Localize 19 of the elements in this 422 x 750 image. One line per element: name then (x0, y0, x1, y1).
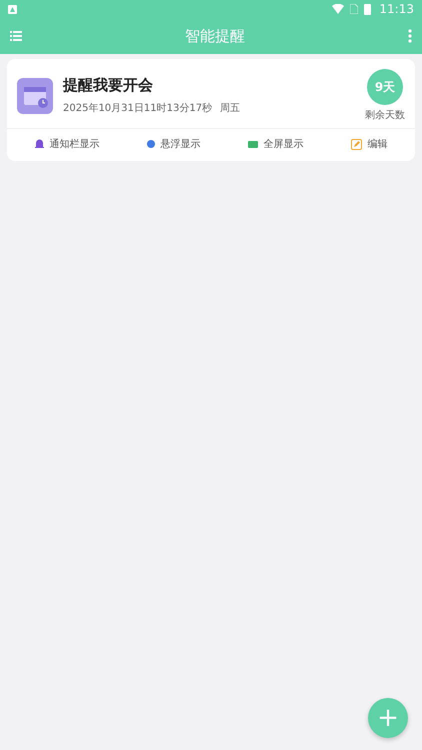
wifi-icon (332, 4, 344, 14)
reminder-title: 提醒我要开会 (63, 76, 154, 95)
app-title: 智能提醒 (185, 26, 245, 46)
reminder-datetime: 2025年10月31日11时13分17秒 (63, 102, 212, 115)
action-button[interactable]: 通知栏显示 (32, 135, 102, 153)
days-label: 剩余天数 (365, 109, 405, 122)
calendar-icon (17, 78, 53, 114)
notification-icon (8, 4, 17, 14)
status-time: 11:13 (379, 2, 414, 16)
more-icon[interactable] (408, 29, 412, 43)
reminder-weekday: 周五 (220, 102, 240, 115)
battery-icon (364, 4, 372, 14)
action-button[interactable]: 编辑 (348, 135, 390, 153)
action-button[interactable]: 悬浮显示 (144, 135, 202, 153)
no-sim-icon (350, 4, 358, 14)
days-count: 9天 (367, 69, 403, 105)
action-button[interactable]: 全屏显示 (246, 135, 306, 153)
reminder-card[interactable]: 提醒我要开会 2025年10月31日11时13分17秒 周五 9天 剩余天数 通知栏显示 悬浮显示 全屏显示 编辑 (7, 59, 415, 161)
menu-icon[interactable] (10, 31, 22, 41)
